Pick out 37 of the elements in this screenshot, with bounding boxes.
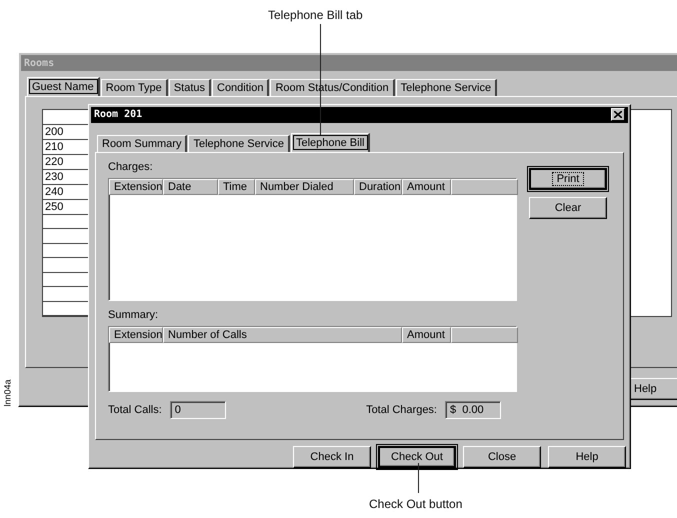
column-header: Amount	[402, 326, 451, 343]
callout-label: Telephone Bill tab	[268, 8, 363, 22]
close-icon	[614, 111, 622, 118]
tab[interactable]: Room Summary	[97, 134, 188, 152]
button[interactable]: Clear	[529, 196, 607, 219]
input-field[interactable]: $ 0.00	[445, 400, 501, 419]
field-label: Total Charges:	[366, 404, 437, 416]
callout-label: Check Out button	[369, 497, 462, 511]
tab[interactable]: Telephone Bill	[290, 132, 370, 152]
tab[interactable]: Condition	[212, 79, 270, 96]
column-header: Extension	[109, 326, 163, 343]
tab[interactable]: Room Type	[100, 79, 168, 96]
tab[interactable]: Guest Name	[27, 77, 100, 96]
tab[interactable]: Status	[168, 79, 211, 96]
field-label: Total Calls:	[108, 404, 162, 416]
close-button[interactable]	[611, 108, 625, 122]
button[interactable]: Check Out	[378, 446, 456, 468]
column-header: Duration	[354, 178, 402, 195]
column-header: Time	[218, 178, 255, 195]
column-header: Date	[163, 178, 218, 195]
leader-line	[418, 463, 419, 493]
section-label: Charges:	[108, 160, 154, 173]
column-header: Number Dialed	[255, 178, 354, 195]
tab[interactable]: Telephone Service	[188, 134, 290, 152]
column-header: Number of Calls	[163, 326, 402, 343]
button[interactable]: Help	[548, 446, 626, 468]
window-title: Room 201	[94, 109, 142, 120]
column-header: Extension	[109, 178, 163, 195]
button[interactable]: Print	[529, 168, 607, 190]
column-header: Amount	[402, 178, 451, 195]
button[interactable]: Check In	[293, 446, 371, 468]
window-title: Rooms	[24, 58, 54, 68]
input-field[interactable]: 0	[170, 400, 226, 419]
figure-id: lnn04a	[2, 379, 13, 407]
section-label: Summary:	[108, 308, 160, 321]
tab[interactable]: Telephone Service	[396, 79, 498, 96]
button[interactable]: Close	[463, 446, 541, 468]
